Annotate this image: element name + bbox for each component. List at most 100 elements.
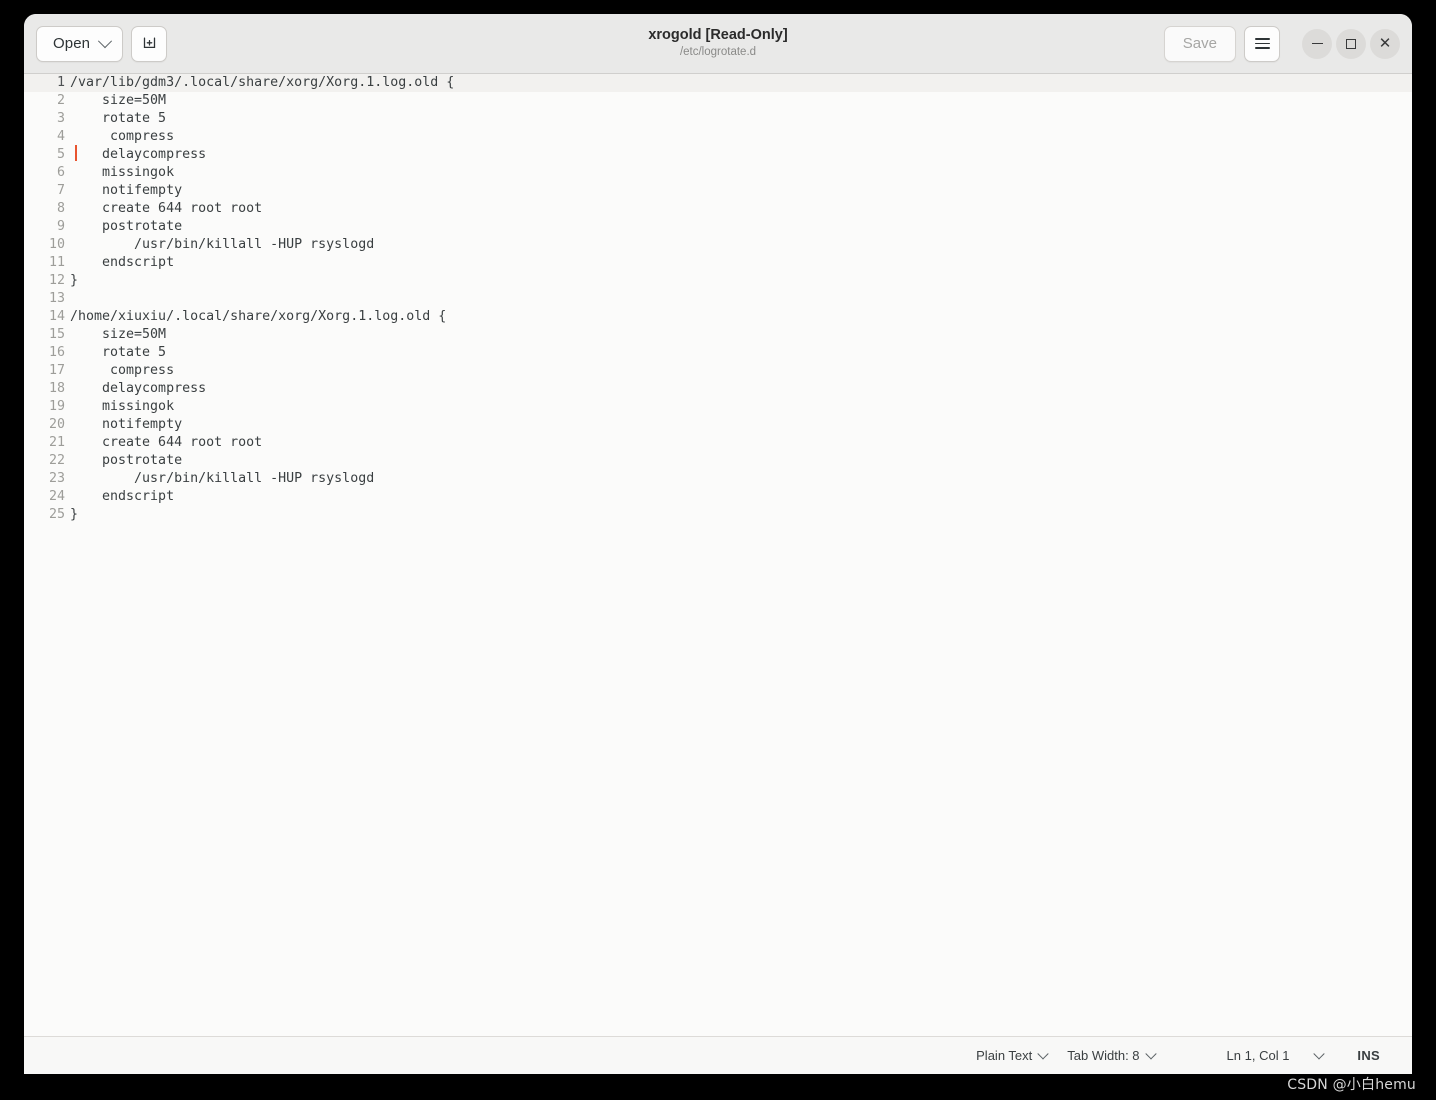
chevron-down-icon — [1313, 1047, 1326, 1060]
line-number: 10 — [48, 237, 65, 252]
go-to-line-button[interactable] — [1299, 1047, 1339, 1064]
code-line: 21 create 644 root root — [24, 434, 1412, 452]
code-line: 25} — [24, 506, 1412, 524]
line-number: 1 — [56, 75, 65, 90]
code-line: 4 compress — [24, 128, 1412, 146]
code-line-text: rotate 5 — [70, 111, 167, 126]
code-line-text: missingok — [70, 399, 175, 414]
code-line: 7 notifempty — [24, 182, 1412, 200]
code-line-text: postrotate — [70, 453, 183, 468]
language-selector[interactable]: Plain Text — [966, 1044, 1057, 1067]
tab-width-selector[interactable]: Tab Width: 8 — [1057, 1044, 1164, 1067]
code-line: 17 compress — [24, 362, 1412, 380]
code-line: 16 rotate 5 — [24, 344, 1412, 362]
code-line-text: delaycompress — [70, 147, 207, 162]
maximize-button[interactable] — [1336, 28, 1366, 59]
headerbar-left-group: Open — [36, 25, 168, 62]
minimize-icon — [1311, 42, 1323, 45]
open-button[interactable]: Open — [36, 25, 124, 62]
code-line-text: size=50M — [70, 93, 167, 108]
headerbar-right-group: Save ✕ — [1163, 25, 1400, 62]
code-line-text: postrotate — [70, 219, 183, 234]
status-bar: Plain Text Tab Width: 8 Ln 1, Col 1 INS — [24, 1036, 1412, 1074]
line-number: 19 — [48, 399, 65, 414]
code-line-text: endscript — [70, 489, 175, 504]
code-line: 19 missingok — [24, 398, 1412, 416]
close-icon: ✕ — [1378, 35, 1392, 52]
chevron-down-icon — [1144, 1047, 1157, 1060]
maximize-icon — [1346, 38, 1356, 49]
cursor-position-label: Ln 1, Col 1 — [1226, 1048, 1290, 1063]
line-number: 11 — [48, 255, 65, 270]
code-line: 6 missingok — [24, 164, 1412, 182]
code-line-text: create 644 root root — [70, 201, 263, 216]
line-number: 16 — [48, 345, 65, 360]
language-label: Plain Text — [976, 1048, 1033, 1063]
line-number: 18 — [48, 381, 65, 396]
chevron-down-icon — [98, 33, 113, 48]
code-line-text: notifempty — [70, 183, 183, 198]
line-number: 2 — [56, 93, 65, 108]
new-document-icon — [143, 37, 155, 49]
code-line: 14/home/xiuxiu/.local/share/xorg/Xorg.1.… — [24, 308, 1412, 326]
code-line-text: create 644 root root — [70, 435, 263, 450]
main-menu-button[interactable] — [1244, 25, 1280, 62]
line-number: 13 — [48, 291, 65, 306]
code-line-text: } — [70, 273, 79, 288]
code-line-text: /home/xiuxiu/.local/share/xorg/Xorg.1.lo… — [70, 309, 447, 324]
save-button[interactable]: Save — [1163, 25, 1236, 62]
code-line: 3 rotate 5 — [24, 110, 1412, 128]
window-controls-group: ✕ — [1298, 28, 1400, 59]
code-line: 8 create 644 root root — [24, 200, 1412, 218]
window-title: xrogold [Read-Only] — [648, 27, 788, 44]
window-subtitle-path: /etc/logrotate.d — [679, 45, 757, 58]
line-number: 25 — [48, 507, 65, 522]
code-line: 12} — [24, 272, 1412, 290]
code-line: 18 delaycompress — [24, 380, 1412, 398]
code-line: 13 — [24, 290, 1412, 308]
code-line-text: /usr/bin/killall -HUP rsyslogd — [70, 471, 375, 486]
text-cursor — [75, 145, 77, 161]
line-number: 6 — [56, 165, 65, 180]
line-number: 4 — [56, 129, 65, 144]
code-line: 15 size=50M — [24, 326, 1412, 344]
line-number: 24 — [48, 489, 65, 504]
insert-mode-indicator: INS — [1347, 1044, 1390, 1067]
code-line: 11 endscript — [24, 254, 1412, 272]
line-number: 3 — [56, 111, 65, 126]
minimize-button[interactable] — [1302, 28, 1332, 59]
code-line: 23 /usr/bin/killall -HUP rsyslogd — [24, 470, 1412, 488]
code-line-text: size=50M — [70, 327, 167, 342]
watermark-text: CSDN @小白hemu — [1287, 1077, 1416, 1093]
code-line: 10 /usr/bin/killall -HUP rsyslogd — [24, 236, 1412, 254]
tab-width-label: Tab Width: 8 — [1067, 1048, 1140, 1063]
text-editor-area[interactable]: 1/var/lib/gdm3/.local/share/xorg/Xorg.1.… — [24, 74, 1412, 1036]
window-headerbar: Open xrogold [Read-Only] /etc/logrotate.… — [24, 14, 1412, 74]
line-number: 17 — [48, 363, 65, 378]
code-line-text: /usr/bin/killall -HUP rsyslogd — [70, 237, 375, 252]
code-line-text: rotate 5 — [70, 345, 167, 360]
hamburger-menu-icon — [1254, 37, 1270, 40]
new-document-button[interactable] — [131, 25, 168, 62]
cursor-position-indicator: Ln 1, Col 1 — [1217, 1044, 1300, 1067]
line-number: 12 — [48, 273, 65, 288]
close-button[interactable]: ✕ — [1370, 28, 1400, 59]
code-line-text: notifempty — [70, 417, 183, 432]
code-line: 22 postrotate — [24, 452, 1412, 470]
chevron-down-icon — [1037, 1047, 1049, 1060]
open-button-label: Open — [53, 35, 91, 52]
code-line-text: /var/lib/gdm3/.local/share/xorg/Xorg.1.l… — [70, 75, 455, 90]
code-line-text: compress — [70, 363, 175, 378]
line-number: 14 — [48, 309, 65, 324]
code-line: 5 delaycompress — [24, 146, 1412, 164]
insert-mode-label: INS — [1357, 1048, 1380, 1063]
code-lines-container: 1/var/lib/gdm3/.local/share/xorg/Xorg.1.… — [24, 74, 1412, 524]
text-editor-window: Open xrogold [Read-Only] /etc/logrotate.… — [24, 14, 1412, 1074]
code-line: 9 postrotate — [24, 218, 1412, 236]
line-number: 21 — [48, 435, 65, 450]
line-number: 9 — [56, 219, 65, 234]
hamburger-menu-icon-bar3 — [1254, 47, 1270, 50]
line-number: 5 — [56, 147, 65, 162]
code-line-text: endscript — [70, 255, 175, 270]
code-line: 2 size=50M — [24, 92, 1412, 110]
